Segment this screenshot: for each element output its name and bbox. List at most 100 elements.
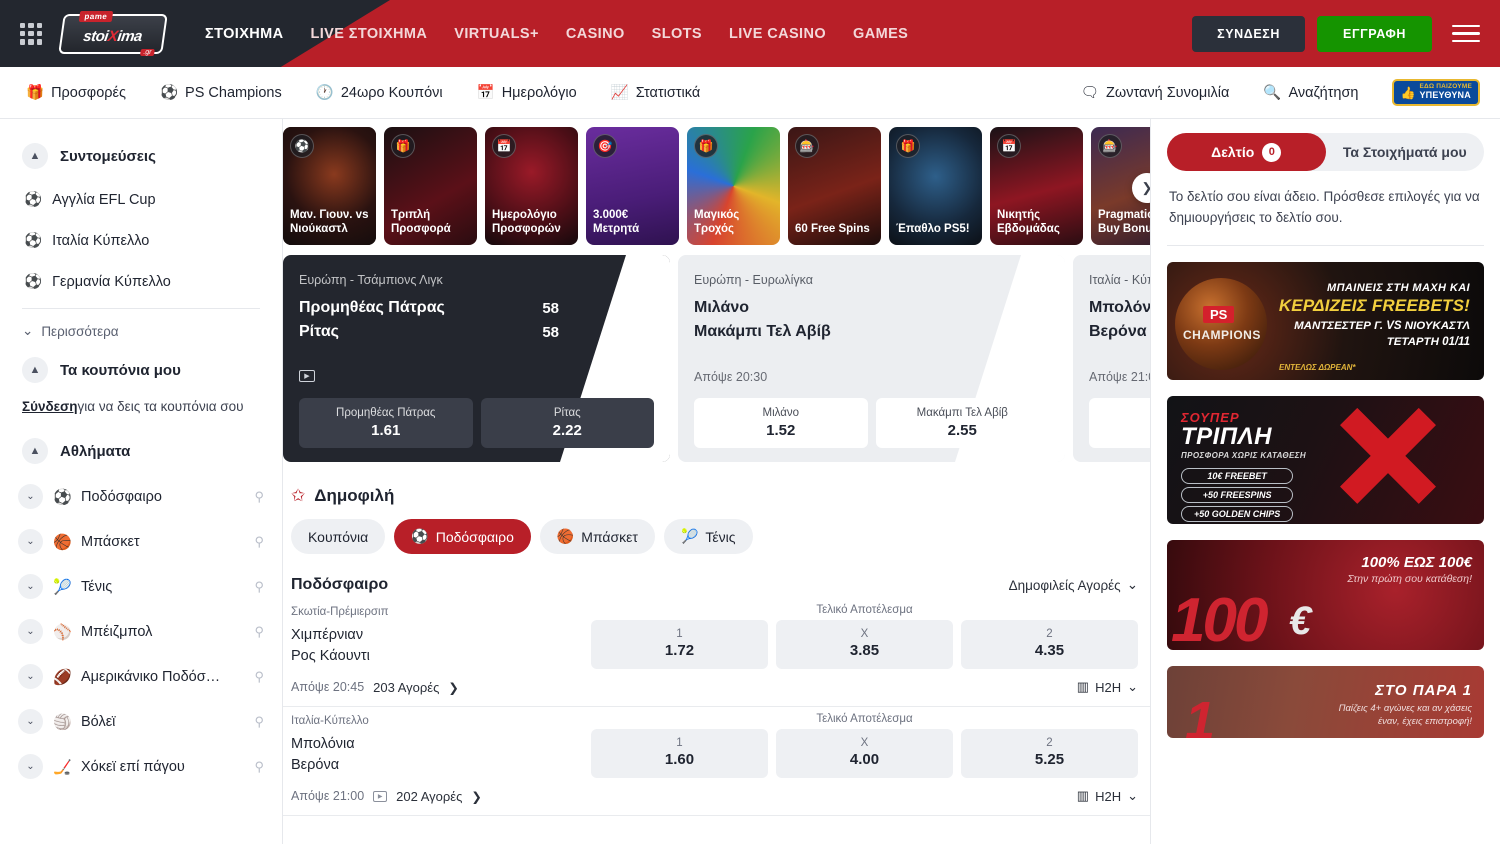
chevron-down-icon: ⌄ (1127, 679, 1138, 695)
odds-button-1[interactable]: 1 1.72 (591, 620, 768, 669)
market-label: Τελικό Αποτέλεσμα (591, 713, 1138, 725)
subnav-item-ps-champions[interactable]: ⚽ PS Champions (160, 84, 282, 101)
sidebar-sport-tennis[interactable]: ⌄ 🎾 Τένις ⚲ (0, 564, 282, 609)
nav-item-slots[interactable]: SLOTS (652, 26, 702, 42)
chip-coupons[interactable]: Κουπόνια (291, 519, 385, 554)
chevron-down-icon[interactable]: ⌄ (18, 619, 43, 644)
subnav-item-offers[interactable]: 🎁 Προσφορές (26, 84, 126, 101)
sidebar-sport-football[interactable]: ⌄ ⚽ Ποδόσφαιρο ⚲ (0, 474, 282, 519)
chevron-down-icon[interactable]: ⌄ (18, 664, 43, 689)
match-home-team: Χιμπέρνιαν (291, 625, 591, 646)
sidebar-sport-baseball[interactable]: ⌄ ⚾ Μπέιζμπολ ⚲ (0, 609, 282, 654)
super-triple-banner[interactable]: ΣΟΥΠΕΡ ΤΡΙΠΛΗ ΠΡΟΣΦΟΡΑ ΧΩΡΙΣ ΚΑΤΑΘΕΣΗ 10… (1167, 396, 1484, 524)
sidebar-shortcut-germany-cup[interactable]: ⚽ Γερμανία Κύπελλο (0, 261, 282, 302)
coupons-login-prompt: Σύνδεσηγια να δεις τα κουπόνια σου (0, 393, 282, 428)
h2h-button[interactable]: ▥ H2H ⌄ (1077, 679, 1138, 695)
match-markets-count[interactable]: 203 Αγορές (373, 680, 439, 695)
sto-para-1-banner[interactable]: 1 ΣΤΟ ΠΑΡΑ 1 Παίζεις 4+ αγώνες και αν χά… (1167, 666, 1484, 738)
sidebar-shortcut-italy-cup[interactable]: ⚽ Ιταλία Κύπελλο (0, 220, 282, 261)
promo-tile[interactable]: 🎁 Μαγικός Τροχός (687, 127, 780, 245)
chip-football[interactable]: ⚽ Ποδόσφαιρο (394, 519, 531, 554)
promo-tile[interactable]: 🎁 Έπαθλο PS5! (889, 127, 982, 245)
h2h-button[interactable]: ▥ H2H ⌄ (1077, 788, 1138, 804)
odds-button-x[interactable]: X 4.00 (776, 729, 953, 778)
chevron-down-icon[interactable]: ⌄ (18, 754, 43, 779)
match-away-team: Βερόνα (291, 755, 591, 776)
subnav-item-24h-coupon[interactable]: 🕐 24ωρο Κουπόνι (316, 84, 443, 101)
ps-champions-banner[interactable]: PS CHAMPIONS ΜΠΑΙΝΕΙΣ ΣΤΗ ΜΑΧΗ ΚΑΙ ΚΕΡΔΙ… (1167, 262, 1484, 380)
pin-icon[interactable]: ⚲ (254, 714, 264, 730)
odds-button[interactable]: 1 1.6 (1089, 398, 1150, 448)
pin-icon[interactable]: ⚲ (254, 759, 264, 775)
featured-match-card[interactable]: Ιταλία - Κύπ Μπολόνι Βερόνα Απόψε 21:00 … (1073, 255, 1150, 462)
hamburger-menu-icon[interactable] (1452, 25, 1480, 43)
match-markets-count[interactable]: 202 Αγορές (396, 789, 462, 804)
odds-value: 4.35 (965, 642, 1134, 659)
responsible-gaming-badge[interactable]: 👍 ΕΔΩ ΠΑΙΖΟΥΜΕ ΥΠΕΥΘΥΝΑ (1392, 79, 1480, 105)
odds-button[interactable]: Μακάμπι Τελ Αβίβ 2.55 (876, 398, 1050, 448)
odds-button-2[interactable]: 2 5.25 (961, 729, 1138, 778)
chevron-right-icon[interactable]: ❯ (471, 789, 481, 804)
hundred-euro-banner[interactable]: 100 € 100% ΕΩΣ 100€ Στην πρώτη σου κατάθ… (1167, 540, 1484, 650)
sidebar-sport-american-football[interactable]: ⌄ 🏈 Αμερικάνικο Ποδόσ… ⚲ (0, 654, 282, 699)
promo-tile[interactable]: 🎯 3.000€ Μετρητά (586, 127, 679, 245)
pin-icon[interactable]: ⚲ (254, 579, 264, 595)
pin-icon[interactable]: ⚲ (254, 624, 264, 640)
nav-item-stoixima[interactable]: ΣΤΟΙΧΗΜΑ (205, 26, 284, 42)
sidebar-sport-ice-hockey[interactable]: ⌄ 🏒 Χόκεϊ επί πάγου ⚲ (0, 744, 282, 789)
markets-selector[interactable]: Δημοφιλείς Αγορές ⌄ (1009, 577, 1150, 593)
odds-button-2[interactable]: 2 4.35 (961, 620, 1138, 669)
chevron-down-icon[interactable]: ⌄ (18, 484, 43, 509)
featured-match-card[interactable]: Ευρώπη - Ευρωλίγκα Μιλάνο Μακάμπι Τελ Αβ… (678, 255, 1065, 462)
nav-item-virtuals[interactable]: VIRTUALS+ (454, 26, 539, 42)
coupons-login-link[interactable]: Σύνδεση (22, 399, 78, 414)
odds-button[interactable]: Ρίτας 2.22 (481, 398, 655, 448)
sidebar-more-button[interactable]: ⌄ Περισσότερα (0, 315, 282, 347)
nav-item-live-stoixima[interactable]: LIVE ΣΤΟΙΧΗΜΑ (311, 26, 428, 42)
chip-tennis[interactable]: 🎾 Τένις (664, 519, 753, 554)
live-stream-icon[interactable]: ▶ (299, 370, 315, 382)
tv-icon[interactable]: ▶ (373, 791, 387, 802)
app-grid-icon[interactable] (20, 23, 42, 45)
promo-tile[interactable]: 🎁 Τριπλή Προσφορά (384, 127, 477, 245)
betslip-tab-label: Δελτίο (1211, 144, 1254, 160)
odds-button[interactable]: Προμηθέας Πάτρας 1.61 (299, 398, 473, 448)
tab-betslip[interactable]: Δελτίο 0 (1167, 133, 1326, 171)
register-button[interactable]: ΕΓΓΡΑΦΗ (1317, 16, 1432, 52)
sidebar-shortcut-efl-cup[interactable]: ⚽ Αγγλία EFL Cup (0, 179, 282, 220)
nav-item-games[interactable]: GAMES (853, 26, 908, 42)
odds-button-x[interactable]: X 3.85 (776, 620, 953, 669)
search-button[interactable]: 🔍 Αναζήτηση (1263, 84, 1358, 101)
site-logo[interactable]: pame stoiXima .gr (59, 11, 167, 57)
promo-tile[interactable]: 🎰 60 Free Spins (788, 127, 881, 245)
pin-icon[interactable]: ⚲ (254, 669, 264, 685)
featured-match-card[interactable]: Ευρώπη - Τσάμπιονς Λιγκ Προμηθέας Πάτρας… (283, 255, 670, 462)
tab-my-bets[interactable]: Τα Στοιχήματά μου (1326, 133, 1485, 171)
basketball-icon: 🏀 (53, 533, 71, 551)
sidebar-sport-volleyball[interactable]: ⌄ 🏐 Βόλεϊ ⚲ (0, 699, 282, 744)
promo-tile[interactable]: 📅 Νικητής Εβδομάδας (990, 127, 1083, 245)
chevron-down-icon[interactable]: ⌄ (18, 529, 43, 554)
featured-home-team: Προμηθέας Πάτρας (299, 299, 445, 317)
promo-tile[interactable]: ⚽ Μαν. Γιουν. vs Νιούκαστλ (283, 127, 376, 245)
subnav-item-calendar[interactable]: 📅 Ημερολόγιο (477, 84, 577, 101)
login-button[interactable]: ΣΥΝΔΕΣΗ (1192, 16, 1305, 52)
chevron-down-icon[interactable]: ⌄ (18, 709, 43, 734)
pin-icon[interactable]: ⚲ (254, 534, 264, 550)
pin-icon[interactable]: ⚲ (254, 489, 264, 505)
chip-basketball[interactable]: 🏀 Μπάσκετ (540, 519, 655, 554)
sidebar-sport-basketball[interactable]: ⌄ 🏀 Μπάσκετ ⚲ (0, 519, 282, 564)
chevron-right-icon[interactable]: ❯ (448, 680, 458, 695)
nav-item-live-casino[interactable]: LIVE CASINO (729, 26, 826, 42)
chevron-down-icon[interactable]: ⌄ (18, 574, 43, 599)
promo-tile[interactable]: 📅 Ημερολόγιο Προσφορών (485, 127, 578, 245)
sidebar-section-my-coupons[interactable]: ▲ Τα κουπόνια μου (0, 347, 282, 393)
subnav-item-statistics[interactable]: 📈 Στατιστικά (611, 84, 701, 101)
odds-key: 2 (965, 737, 1134, 749)
odds-button[interactable]: Μιλάνο 1.52 (694, 398, 868, 448)
nav-item-casino[interactable]: CASINO (566, 26, 625, 42)
odds-button-1[interactable]: 1 1.60 (591, 729, 768, 778)
sidebar-section-shortcuts[interactable]: ▲ Συντομεύσεις (0, 133, 282, 179)
sidebar-section-sports[interactable]: ▲ Αθλήματα (0, 428, 282, 474)
live-chat-button[interactable]: 🗨 Ζωντανή Συνομιλία (1081, 84, 1230, 101)
